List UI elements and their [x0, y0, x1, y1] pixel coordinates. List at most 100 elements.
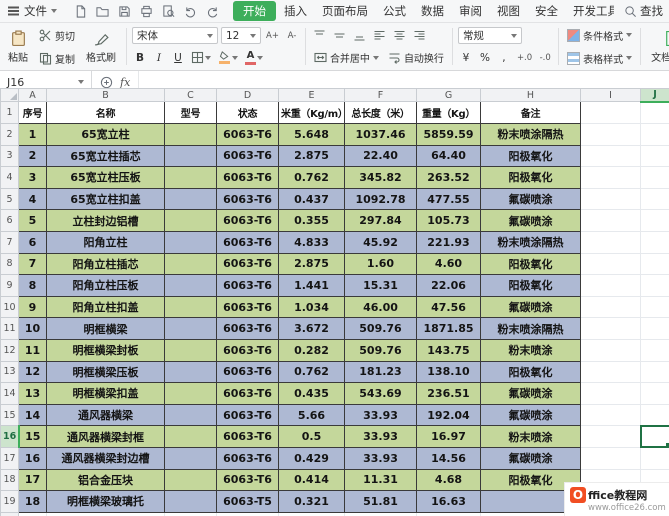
cell-E2[interactable]: 5.648 — [278, 123, 345, 146]
cell-E17[interactable]: 0.429 — [278, 446, 345, 470]
cell-B13[interactable]: 明框横梁压板 — [46, 360, 165, 384]
cell-F11[interactable]: 509.76 — [344, 317, 417, 340]
column-header-C[interactable]: C — [164, 88, 217, 102]
cell-C5[interactable] — [164, 187, 217, 211]
cell-G1[interactable]: 重量（Kg） — [416, 101, 481, 124]
italic-button[interactable]: I — [151, 49, 167, 66]
row-header-13[interactable]: 13 — [0, 360, 19, 384]
column-header-F[interactable]: F — [344, 88, 417, 102]
cell-C6[interactable] — [164, 209, 217, 232]
cell-H10[interactable]: 氟碳喷涂 — [480, 295, 581, 319]
cell-I3[interactable] — [580, 144, 641, 168]
cell-I6[interactable] — [580, 209, 641, 232]
cell-B8[interactable]: 阳角立柱插芯 — [46, 252, 165, 276]
cell-D11[interactable]: 6063-T6 — [216, 317, 279, 340]
cell-B10[interactable]: 阳角立柱扣盖 — [46, 295, 165, 319]
cell-F17[interactable]: 33.93 — [344, 446, 417, 470]
cell-H8[interactable]: 阳极氧化 — [480, 252, 581, 276]
cell-G17[interactable]: 14.56 — [416, 446, 481, 470]
cell-H6[interactable]: 氟碳喷涂 — [480, 209, 581, 232]
cell-F3[interactable]: 22.40 — [344, 144, 417, 168]
cell-G7[interactable]: 221.93 — [416, 230, 481, 254]
cell-D8[interactable]: 6063-T6 — [216, 252, 279, 276]
column-header-J[interactable]: J — [640, 88, 669, 103]
column-header-G[interactable]: G — [416, 88, 481, 102]
align-center-button[interactable] — [391, 27, 408, 44]
column-header-B[interactable]: B — [46, 88, 165, 102]
cell-A11[interactable]: 10 — [18, 317, 47, 340]
insert-function-button[interactable]: fx — [120, 76, 130, 89]
cell-I14[interactable] — [580, 382, 641, 405]
cell-F6[interactable]: 297.84 — [344, 209, 417, 232]
cell-F18[interactable]: 11.31 — [344, 468, 417, 492]
fill-color-button[interactable] — [216, 49, 240, 66]
cell-C10[interactable] — [164, 295, 217, 319]
row-header-17[interactable]: 17 — [0, 446, 19, 470]
cell-D7[interactable]: 6063-T6 — [216, 230, 279, 254]
cell-A17[interactable]: 16 — [18, 446, 47, 470]
cell-F14[interactable]: 543.69 — [344, 382, 417, 405]
cell-I10[interactable] — [580, 295, 641, 319]
cell-D4[interactable]: 6063-T6 — [216, 166, 279, 189]
cell-J16[interactable] — [639, 424, 669, 449]
save-button[interactable] — [116, 3, 132, 19]
cell-A3[interactable]: 2 — [18, 144, 47, 168]
cell-A9[interactable]: 8 — [18, 274, 47, 297]
cell-F13[interactable]: 181.23 — [344, 360, 417, 384]
column-header-D[interactable]: D — [216, 88, 279, 102]
table-style-button[interactable]: 表格样式 — [564, 49, 635, 67]
cell-C19[interactable] — [164, 490, 217, 513]
print-preview-button[interactable] — [160, 3, 176, 19]
cell-D15[interactable]: 6063-T6 — [216, 403, 279, 427]
cell-E4[interactable]: 0.762 — [278, 166, 345, 189]
circle-plus-icon[interactable] — [100, 76, 113, 89]
cell-I7[interactable] — [580, 230, 641, 254]
cell-B5[interactable]: 65宽立柱扣盖 — [46, 187, 165, 211]
row-header-2[interactable]: 2 — [0, 123, 19, 146]
cell-E6[interactable]: 0.355 — [278, 209, 345, 232]
grow-font-button[interactable]: A+ — [264, 27, 281, 44]
tab-page-layout[interactable]: 页面布局 — [315, 1, 375, 21]
row-header-19[interactable]: 19 — [0, 490, 19, 513]
cell-A4[interactable]: 3 — [18, 166, 47, 189]
cell-H12[interactable]: 粉末喷涂 — [480, 338, 581, 362]
cell-I12[interactable] — [580, 338, 641, 362]
cell-F20[interactable] — [344, 511, 417, 516]
cell-D5[interactable]: 6063-T6 — [216, 187, 279, 211]
cell-A6[interactable]: 5 — [18, 209, 47, 232]
cell-B12[interactable]: 明框横梁封板 — [46, 338, 165, 362]
print-button[interactable] — [138, 3, 154, 19]
cell-H13[interactable]: 阳极氧化 — [480, 360, 581, 384]
cell-F8[interactable]: 1.60 — [344, 252, 417, 276]
cell-H3[interactable]: 阳极氧化 — [480, 144, 581, 168]
cell-B7[interactable]: 阳角立柱 — [46, 230, 165, 254]
cell-H11[interactable]: 粉末喷涂隔热 — [480, 317, 581, 340]
paste-button[interactable]: 粘贴 — [3, 25, 33, 68]
cell-H2[interactable]: 粉末喷涂隔热 — [480, 123, 581, 146]
cell-A18[interactable]: 17 — [18, 468, 47, 492]
cell-G8[interactable]: 4.60 — [416, 252, 481, 276]
cell-G9[interactable]: 22.06 — [416, 274, 481, 297]
cell-E14[interactable]: 0.435 — [278, 382, 345, 405]
undo-button[interactable] — [182, 3, 198, 19]
cell-D19[interactable]: 6063-T5 — [216, 490, 279, 513]
cell-I5[interactable] — [580, 187, 641, 211]
cell-A10[interactable]: 9 — [18, 295, 47, 319]
cell-A13[interactable]: 12 — [18, 360, 47, 384]
cell-J2[interactable] — [640, 123, 669, 146]
cell-F16[interactable]: 33.93 — [344, 425, 417, 448]
row-header-15[interactable]: 15 — [0, 403, 19, 427]
cell-B4[interactable]: 65宽立柱压板 — [46, 166, 165, 189]
cell-A8[interactable]: 7 — [18, 252, 47, 276]
cell-J13[interactable] — [640, 360, 669, 384]
cell-E5[interactable]: 0.437 — [278, 187, 345, 211]
cell-G3[interactable]: 64.40 — [416, 144, 481, 168]
cell-E10[interactable]: 1.034 — [278, 295, 345, 319]
tab-home[interactable]: 开始 — [233, 1, 276, 21]
font-name-select[interactable]: 宋体 — [132, 27, 218, 44]
row-header-9[interactable]: 9 — [0, 274, 19, 297]
row-header-1[interactable]: 1 — [0, 101, 19, 124]
cell-E13[interactable]: 0.762 — [278, 360, 345, 384]
cell-G16[interactable]: 16.97 — [416, 425, 481, 448]
cell-E1[interactable]: 米重（Kg/m） — [278, 101, 345, 124]
